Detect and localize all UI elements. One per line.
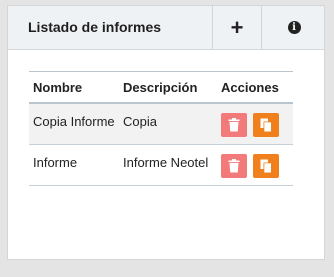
info-icon: i: [287, 21, 301, 34]
info-button[interactable]: i: [261, 6, 326, 49]
panel-header: Listado de informes + i: [8, 6, 324, 50]
copy-icon: [260, 118, 272, 132]
report-name: Informe: [33, 155, 78, 170]
trash-icon: [228, 118, 240, 132]
column-header-actions: Acciones: [221, 80, 279, 95]
reports-panel: Listado de informes + i Nombre Descripci…: [7, 5, 325, 260]
report-description: Informe Neotel: [123, 155, 209, 170]
report-actions: [217, 145, 293, 186]
trash-icon: [228, 159, 240, 173]
delete-button[interactable]: [221, 113, 247, 137]
plus-icon: +: [230, 14, 244, 40]
report-name: Copia Informe: [33, 114, 115, 129]
delete-button[interactable]: [221, 154, 247, 178]
copy-button[interactable]: [253, 113, 279, 137]
table-header-row: Nombre Descripción Acciones: [29, 71, 293, 103]
table-row: Informe Informe Neotel: [29, 145, 293, 186]
copy-icon: [260, 159, 272, 173]
add-report-button[interactable]: +: [212, 6, 261, 49]
column-header-name: Nombre: [33, 80, 83, 95]
panel-title: Listado de informes: [28, 19, 162, 35]
reports-table: Nombre Descripción Acciones Copia Inform…: [29, 71, 293, 186]
column-header-description: Descripción: [123, 80, 198, 95]
report-actions: [217, 103, 293, 145]
copy-button[interactable]: [253, 154, 279, 178]
table-row: Copia Informe Copia: [29, 103, 293, 145]
report-description: Copia: [123, 114, 157, 129]
